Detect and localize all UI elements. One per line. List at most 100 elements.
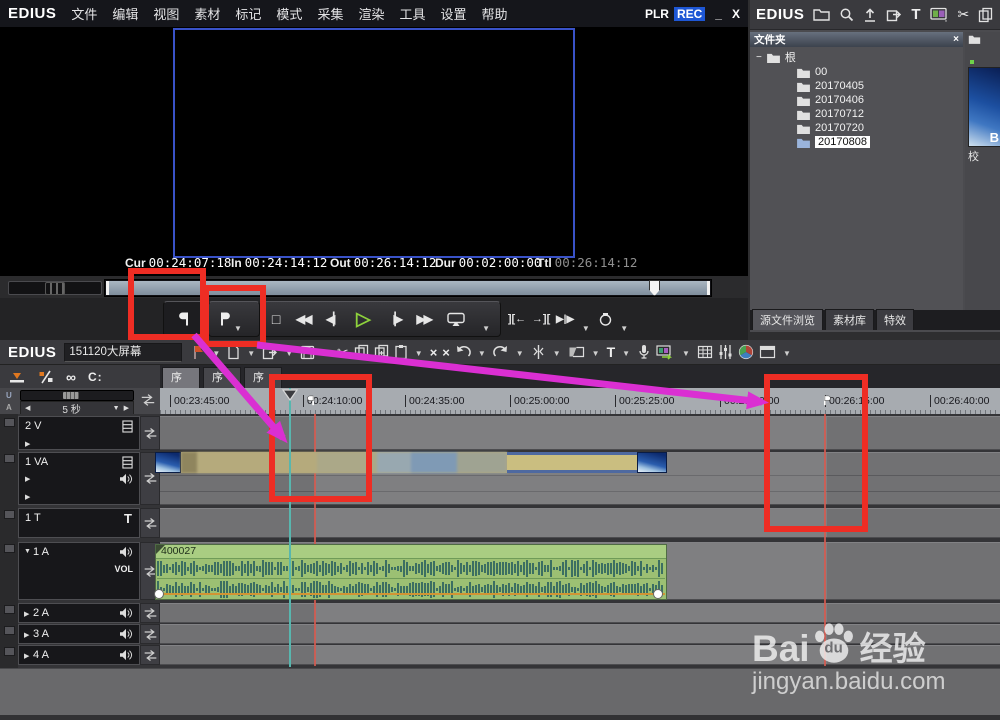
goto-out-icon[interactable]: →][	[532, 302, 550, 336]
cut-icon[interactable]: ✂	[337, 344, 349, 361]
folder-item[interactable]: 20170406	[796, 93, 864, 107]
tab-sequence-1[interactable]: 序列1	[162, 367, 200, 388]
set-in-button[interactable]	[163, 301, 205, 337]
marker-flag-icon[interactable]	[192, 344, 205, 360]
cut-clip-icon[interactable]: ✂	[958, 6, 970, 23]
stop-button[interactable]: □	[272, 302, 280, 336]
folder-item[interactable]: 20170405	[796, 79, 864, 93]
undo-dropdown-icon[interactable]: ▼	[478, 350, 486, 361]
menu-marker[interactable]: 标记	[235, 4, 261, 23]
timeline-scale-select[interactable]: ◀ 5 秒 ▼ ▶	[20, 401, 134, 415]
track-select-button[interactable]	[4, 626, 15, 635]
new-sequence-icon[interactable]	[227, 344, 240, 360]
delete-icon[interactable]: ×	[430, 345, 438, 360]
play-around-cursor-icon[interactable]: ▶|▶	[556, 302, 574, 336]
track-header-2v[interactable]: 2 V ▶	[18, 416, 140, 450]
volume-handle[interactable]	[653, 589, 663, 599]
shuttle-slider[interactable]	[8, 281, 102, 295]
playhead-marker[interactable]	[282, 388, 298, 406]
in-point-marker-icon[interactable]	[306, 394, 316, 407]
menu-help[interactable]: 帮助	[482, 4, 508, 23]
tab-sequence-3[interactable]: 序列3	[244, 367, 282, 388]
marker-dropdown-icon[interactable]: ▼	[212, 350, 220, 361]
track-row-4a[interactable]	[160, 645, 1000, 665]
position-slider[interactable]	[104, 279, 712, 297]
duplicate-icon[interactable]	[374, 344, 389, 360]
add-to-bin-icon[interactable]	[697, 345, 713, 359]
ripple-mode-icon[interactable]: ∞	[66, 369, 76, 385]
fast-forward-button[interactable]: ▶▶	[416, 302, 430, 336]
menu-tools[interactable]: 工具	[399, 4, 425, 23]
track-header-1a[interactable]: ▼ 1 A VOL	[18, 542, 140, 600]
monitor-display-icon[interactable]	[930, 7, 949, 22]
title-dropdown-icon[interactable]: ▼	[622, 350, 630, 361]
scale-right-icon[interactable]: ▶	[124, 404, 129, 412]
timeline-empty-area[interactable]	[0, 668, 1000, 720]
volume-label[interactable]: VOL	[114, 564, 133, 574]
a3-patch[interactable]	[140, 624, 160, 644]
snap-magnet-icon[interactable]: C:	[88, 370, 103, 384]
tab-effects[interactable]: 特效	[876, 309, 914, 330]
folder-tree-root[interactable]: − 根	[756, 50, 796, 64]
search-icon[interactable]	[839, 7, 854, 22]
layout-icon[interactable]	[759, 345, 776, 359]
ripple-delete-icon[interactable]: ×	[442, 345, 450, 360]
patch-icon[interactable]	[140, 393, 156, 407]
menu-mode[interactable]: 模式	[276, 4, 302, 23]
folder-item[interactable]: 20170712	[796, 107, 864, 121]
title-patch[interactable]	[140, 508, 160, 538]
sequence-name-box[interactable]: 151120大屏幕	[64, 343, 182, 362]
track-select-button[interactable]	[4, 418, 15, 427]
volume-handle[interactable]	[154, 589, 164, 599]
collapse-icon[interactable]: −	[756, 52, 762, 63]
new-sequence-dropdown-icon[interactable]: ▼	[247, 350, 255, 361]
scale-dropdown-icon[interactable]: ▼	[113, 405, 120, 412]
track-select-button[interactable]	[4, 454, 15, 463]
save-icon[interactable]	[300, 345, 315, 360]
paste-icon[interactable]	[394, 344, 408, 360]
folder-item-selected[interactable]: 20170808	[796, 135, 870, 149]
add-cut-point-dropdown-icon[interactable]: ▼	[553, 350, 561, 361]
shuttle-thumb[interactable]	[45, 282, 65, 295]
expand-icon[interactable]: ▶	[24, 610, 29, 618]
folder-panel-close-icon[interactable]: ×	[953, 34, 959, 45]
set-out-dropdown-icon[interactable]: ▼	[234, 325, 242, 336]
goto-in-icon[interactable]: ][←	[508, 302, 526, 336]
menu-file[interactable]: 文件	[71, 4, 97, 23]
track-row-2a[interactable]	[160, 603, 1000, 623]
track-header-3a[interactable]: ▶ 3 A	[18, 624, 140, 644]
a2-patch[interactable]	[140, 603, 160, 623]
close-icon[interactable]: X	[732, 7, 740, 21]
folder-item[interactable]: 20170720	[796, 121, 864, 135]
track-select-button[interactable]	[4, 544, 15, 553]
set-out-button[interactable]: ▼	[208, 301, 260, 337]
layout-dropdown-icon[interactable]: ▼	[783, 350, 791, 361]
track-header-1t[interactable]: 1 T T	[18, 508, 140, 538]
expand-icon[interactable]: ▶	[25, 493, 30, 501]
collapse-icon[interactable]: ▼	[24, 548, 31, 555]
transition-dropdown-icon[interactable]: ▼	[592, 350, 600, 361]
player-display-dropdown-icon[interactable]: ▼	[482, 325, 490, 336]
copy-clip-icon[interactable]	[978, 7, 993, 23]
menu-render[interactable]: 渲染	[358, 4, 384, 23]
title-icon[interactable]: T	[607, 344, 616, 360]
voiceover-mic-icon[interactable]	[637, 344, 651, 360]
timeline-zoom-slider[interactable]	[20, 390, 134, 401]
audio-clip[interactable]: 400027	[155, 544, 667, 600]
menu-edit[interactable]: 编辑	[112, 4, 138, 23]
expand-icon[interactable]: ▶	[25, 440, 30, 448]
track-row-2v[interactable]	[160, 416, 1000, 450]
add-cut-point-icon[interactable]	[531, 344, 546, 360]
track-select-button[interactable]	[4, 647, 15, 656]
minimize-icon[interactable]: _	[715, 7, 722, 21]
redo-icon[interactable]	[493, 345, 509, 359]
next-frame-button[interactable]: ▕▶	[386, 302, 400, 336]
play-around-dropdown-icon[interactable]: ▼	[582, 325, 590, 336]
tab-sequence-2[interactable]: 序列2	[203, 367, 241, 388]
menu-settings[interactable]: 设置	[440, 4, 466, 23]
title-tool-icon[interactable]: T	[911, 6, 920, 23]
insert-overwrite-mode-icon[interactable]	[8, 370, 26, 384]
save-dropdown-icon[interactable]: ▼	[322, 350, 330, 361]
menu-view[interactable]: 视图	[153, 4, 179, 23]
rewind-button[interactable]: ◀◀	[296, 302, 310, 336]
